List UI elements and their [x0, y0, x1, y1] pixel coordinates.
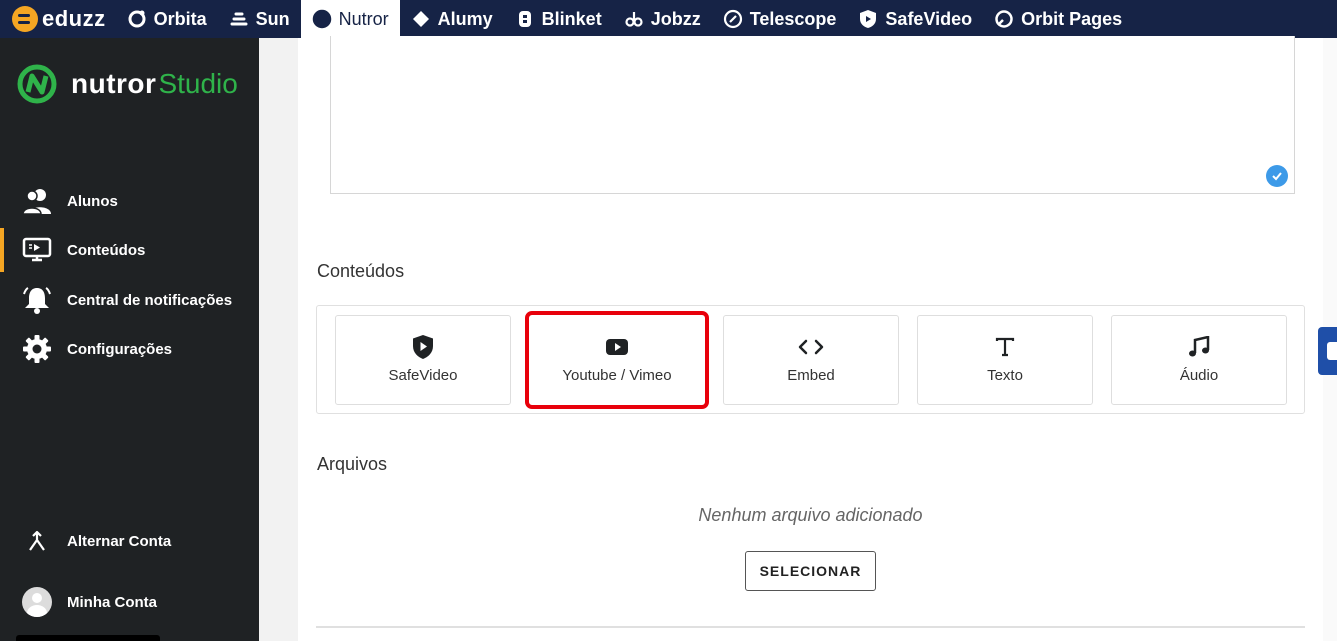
jobzz-icon: [624, 9, 644, 29]
bell-icon: [22, 285, 52, 315]
switch-account-icon: [22, 526, 52, 556]
sidebar-item-alunos[interactable]: Alunos: [0, 179, 259, 223]
top-app-bar: eduzz Orbita Sun Nutror Alumy Blinket Jo…: [0, 0, 1337, 38]
product-tabs: Orbita Sun Nutror Alumy Blinket Jobzz Te…: [116, 0, 1134, 38]
content-type-panel: SafeVideo Youtube / Vimeo Embed Texto Áu…: [316, 305, 1305, 414]
tab-label: Telescope: [749, 8, 837, 29]
sun-icon: [229, 9, 249, 29]
main-content: Conteúdos SafeVideo Youtube / Vimeo Embe…: [298, 36, 1323, 641]
tab-alumy[interactable]: Alumy: [400, 0, 504, 38]
logo-text-studio: Studio: [158, 68, 238, 99]
youtube-icon: [602, 332, 632, 362]
tab-safevideo[interactable]: SafeVideo: [847, 0, 983, 38]
content-type-audio[interactable]: Áudio: [1111, 315, 1287, 405]
shield-play-icon: [408, 332, 438, 362]
content-type-safevideo[interactable]: SafeVideo: [335, 315, 511, 405]
tab-label: Alumy: [437, 8, 493, 29]
blinket-icon: [515, 9, 535, 29]
tab-label: Sun: [255, 8, 290, 29]
tab-label: Nutror: [338, 8, 389, 29]
tab-orbit-pages[interactable]: Orbit Pages: [983, 0, 1133, 38]
description-editor[interactable]: [330, 36, 1295, 194]
content-type-label: SafeVideo: [388, 367, 458, 384]
sidebar-item-configuracoes[interactable]: Configurações: [0, 327, 259, 371]
text-icon: [990, 332, 1020, 362]
content-type-embed[interactable]: Embed: [723, 315, 899, 405]
code-icon: [796, 332, 826, 362]
eduzz-brand[interactable]: eduzz: [0, 0, 116, 38]
telescope-icon: [723, 9, 743, 29]
avatar: [22, 587, 52, 617]
orbita-icon: [127, 9, 147, 29]
tab-label: SafeVideo: [885, 8, 973, 29]
floating-widget-tab[interactable]: [1318, 327, 1337, 375]
content-type-label: Youtube / Vimeo: [562, 367, 672, 384]
tab-telescope[interactable]: Telescope: [712, 0, 848, 38]
alumy-icon: [411, 9, 431, 29]
select-files-button[interactable]: SELECIONAR: [745, 551, 876, 591]
sidebar-item-notificacoes[interactable]: Central de notificações: [0, 278, 259, 322]
sidebar-item-label: Alunos: [67, 192, 118, 210]
content-type-label: Embed: [787, 367, 835, 384]
tab-sun[interactable]: Sun: [218, 0, 301, 38]
contents-icon: [22, 235, 52, 265]
content-type-label: Texto: [987, 367, 1023, 384]
check-circle-icon: [1266, 165, 1288, 187]
sidebar-item-alternar-conta[interactable]: Alternar Conta: [0, 519, 259, 563]
widget-icon: [1327, 342, 1337, 360]
content-type-youtube-vimeo[interactable]: Youtube / Vimeo: [525, 311, 709, 409]
logo-text-nutror: nutror: [71, 68, 157, 99]
students-icon: [22, 186, 52, 216]
tab-label: Blinket: [541, 8, 602, 29]
eduzz-brand-label: eduzz: [42, 6, 106, 31]
nutror-studio-logo[interactable]: nutror Studio: [17, 64, 238, 104]
divider: [316, 626, 1305, 628]
sidebar: nutror Studio Alunos Conteúdos Central d…: [0, 38, 259, 641]
content-type-texto[interactable]: Texto: [917, 315, 1093, 405]
music-note-icon: [1184, 332, 1214, 362]
contents-heading: Conteúdos: [317, 261, 405, 281]
tab-jobzz[interactable]: Jobzz: [613, 0, 712, 38]
eduzz-logo-icon: [12, 6, 38, 32]
sidebar-item-conteudos[interactable]: Conteúdos: [0, 228, 259, 272]
tab-nutror[interactable]: Nutror: [300, 0, 400, 38]
gear-icon: [22, 334, 52, 364]
nutror-logo-icon: [17, 64, 57, 104]
sidebar-item-label: Conteúdos: [67, 241, 146, 259]
tab-label: Orbita: [153, 8, 207, 29]
sidebar-item-label: Configurações: [67, 340, 173, 358]
tab-label: Orbit Pages: [1021, 8, 1123, 29]
sidebar-item-minha-conta[interactable]: Minha Conta: [0, 580, 259, 624]
content-type-label: Áudio: [1179, 367, 1219, 384]
tab-label: Jobzz: [650, 8, 701, 29]
tab-blinket[interactable]: Blinket: [504, 0, 613, 38]
files-heading: Arquivos: [317, 454, 388, 474]
nutror-icon: [312, 9, 332, 29]
sidebar-bottom-strip: [16, 635, 160, 641]
orbit-pages-icon: [994, 9, 1014, 29]
sidebar-item-label: Central de notificações: [67, 291, 233, 309]
sidebar-item-label: Alternar Conta: [67, 532, 172, 550]
sidebar-item-label: Minha Conta: [67, 593, 157, 611]
avatar-wrap: [22, 587, 52, 617]
safevideo-icon: [858, 9, 878, 29]
files-empty-message: Nenhum arquivo adicionado: [698, 505, 923, 525]
tab-orbita[interactable]: Orbita: [116, 0, 218, 38]
